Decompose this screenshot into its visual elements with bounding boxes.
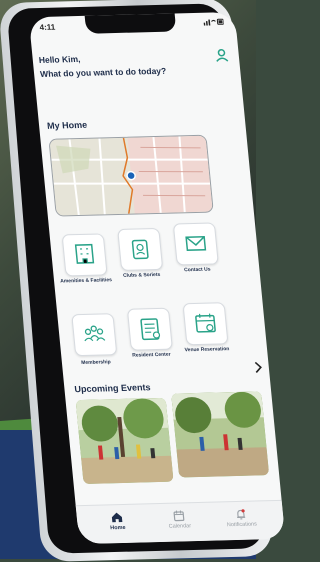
event-card[interactable] <box>75 397 174 484</box>
status-bar: 4:11 <box>29 11 237 39</box>
services-grid: Amenities & Facilities Clubs & Soriets C… <box>59 222 249 366</box>
tile-resident-center[interactable] <box>126 307 173 351</box>
greeting: Hello Kim, What do you want to do today? <box>38 50 167 81</box>
tile-clubs[interactable] <box>117 227 164 271</box>
resident-center-icon <box>140 318 161 341</box>
greeting-question: What do you want to do today? <box>39 65 167 79</box>
home-map[interactable] <box>48 134 214 217</box>
tile-label-amenities: Amenities & Facilities <box>59 277 113 285</box>
status-icons <box>203 17 225 28</box>
event-card[interactable] <box>171 391 270 478</box>
building-icon <box>74 243 95 264</box>
tile-amenities[interactable] <box>61 233 108 277</box>
tab-home-label: Home <box>110 524 126 532</box>
tab-notifications-label: Notifications <box>226 521 258 529</box>
tile-label-clubs: Clubs & Soriets <box>122 271 161 279</box>
tile-label-membership: Membership <box>80 359 112 367</box>
events-carousel <box>75 391 280 486</box>
event-photo <box>75 397 174 484</box>
mail-icon <box>185 235 207 251</box>
tab-home[interactable]: Home <box>86 510 148 532</box>
signal-wifi-battery-icon <box>203 18 225 26</box>
chevron-right-icon[interactable] <box>252 361 263 373</box>
calendar-icon <box>173 510 185 522</box>
tile-label-venue-reservation: Venue Reservation <box>184 346 230 354</box>
tile-label-resident-center: Resident Center <box>131 351 171 359</box>
notch <box>84 11 177 34</box>
reservation-icon <box>195 313 216 333</box>
home-icon <box>111 512 123 523</box>
tab-calendar-label: Calendar <box>168 523 192 530</box>
tab-calendar[interactable]: Calendar <box>148 509 210 531</box>
bottom-tab-bar: Home Calendar Notifications <box>75 499 286 545</box>
tile-venue-reservation[interactable] <box>182 302 229 346</box>
map-graphic <box>49 135 213 216</box>
phone-device: 4:11 Hello Kim, What do you want to do t… <box>0 0 286 562</box>
profile-icon[interactable] <box>214 48 229 62</box>
tile-label-contact: Contact Us <box>183 266 211 274</box>
event-photo <box>171 391 270 478</box>
tab-notifications[interactable]: Notifications <box>210 507 272 529</box>
my-home-title: My Home <box>46 119 88 131</box>
clubs-icon <box>131 239 149 260</box>
tile-membership[interactable] <box>71 313 118 357</box>
bell-icon <box>237 509 246 520</box>
membership-icon <box>84 325 106 342</box>
status-time: 4:11 <box>39 22 56 32</box>
tile-contact[interactable] <box>172 222 219 266</box>
upcoming-events-title: Upcoming Events <box>74 382 151 395</box>
